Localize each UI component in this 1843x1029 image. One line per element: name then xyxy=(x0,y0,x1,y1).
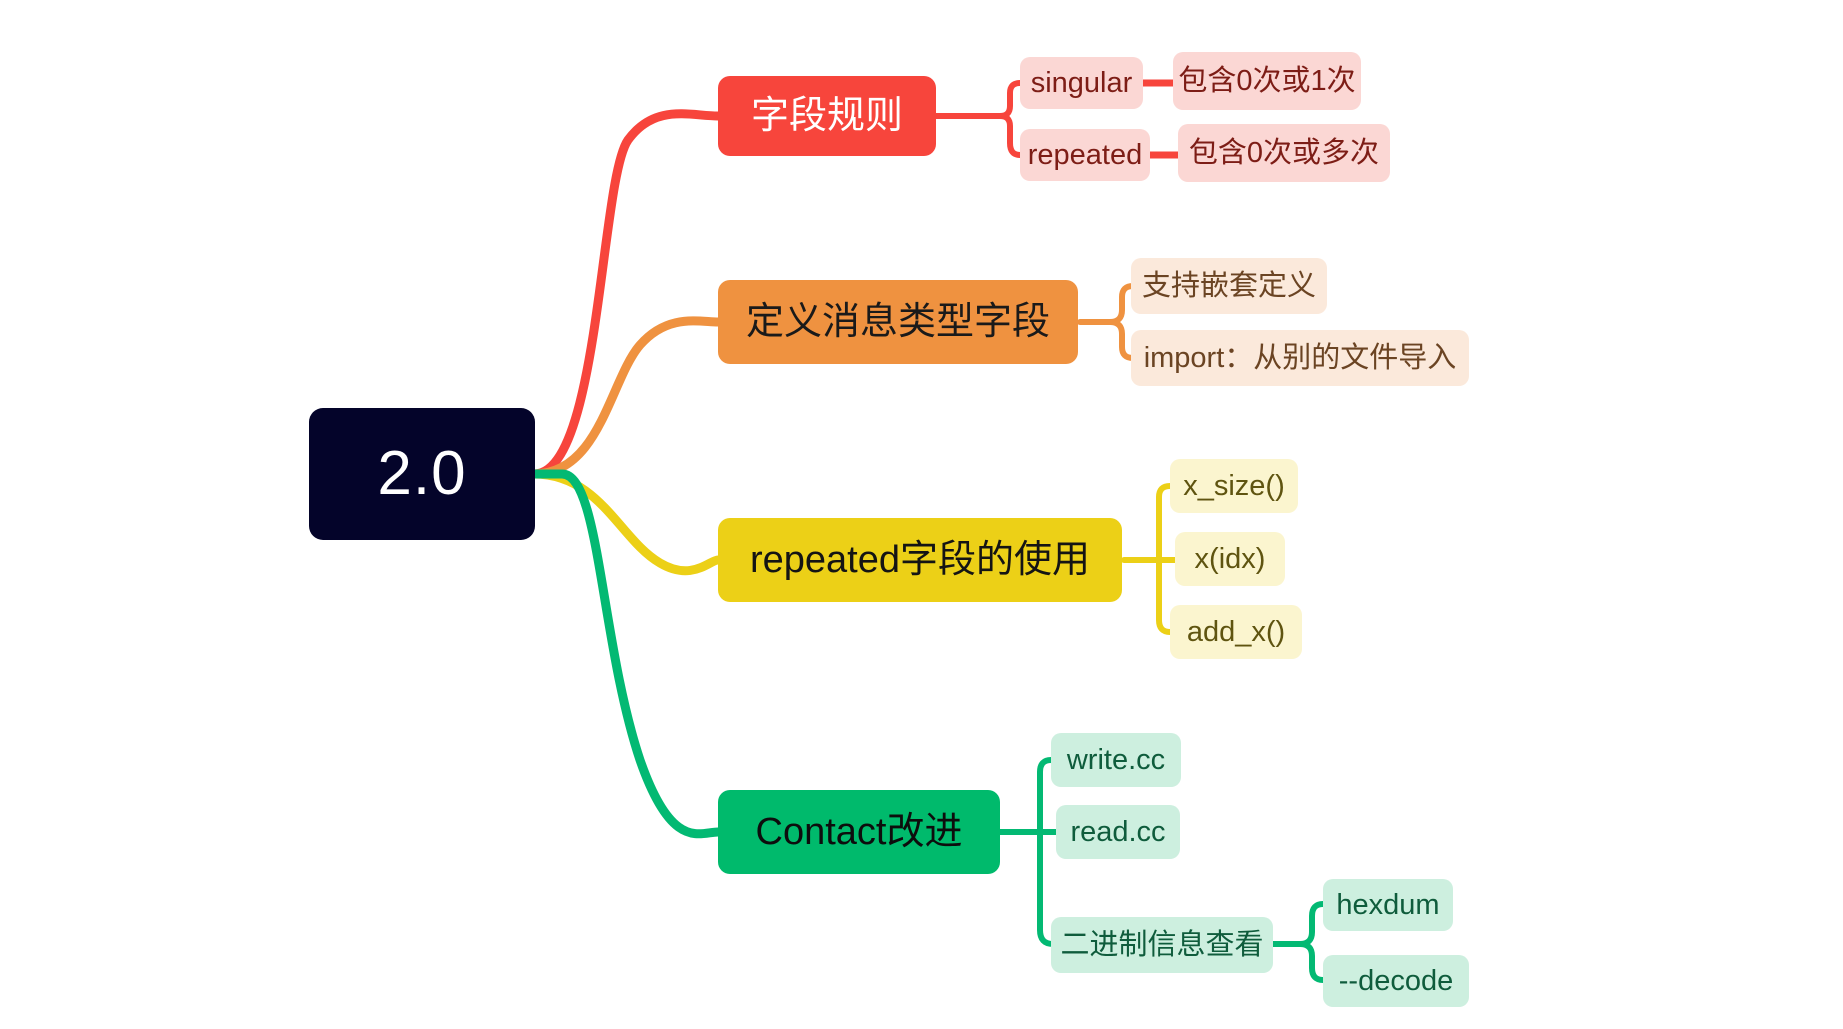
leaf-node-write-cc[interactable]: write.cc xyxy=(1051,733,1181,787)
mindmap-canvas: 2.0 字段规则 singular 包含0次或1次 repeated 包含0次或… xyxy=(0,0,1843,1029)
leaf-node-binary-info[interactable]: 二进制信息查看 xyxy=(1051,917,1273,973)
leaf-node-add-x-label: add_x() xyxy=(1186,615,1286,648)
branch-node-repeated-field-usage-label: repeated字段的使用 xyxy=(749,539,1090,581)
leaf-node-decode-label: --decode xyxy=(1338,964,1454,997)
edge-binary-to-hexdum xyxy=(1297,901,1326,947)
leaf-node-import[interactable]: import：从别的文件导入 xyxy=(1131,330,1469,386)
leaf-node-repeated-detail[interactable]: 包含0次或多次 xyxy=(1178,124,1390,182)
edge-contact-to-write xyxy=(1029,757,1054,835)
edge-root-to-contact xyxy=(529,469,723,839)
edge-field-rules-to-repeated xyxy=(972,113,1023,158)
leaf-node-x-size[interactable]: x_size() xyxy=(1170,459,1298,513)
edge-binary-to-decode xyxy=(1297,941,1326,983)
branch-node-contact-improvement[interactable]: Contact改进 xyxy=(718,790,1000,874)
edge-root-to-message-type xyxy=(529,316,723,479)
edge-root-to-field-rules xyxy=(529,109,723,479)
leaf-node-binary-info-label: 二进制信息查看 xyxy=(1060,928,1264,961)
leaf-node-singular-detail-label: 包含0次或1次 xyxy=(1178,64,1356,97)
edge-repeated-usage-to-add-x xyxy=(1149,557,1173,635)
leaf-node-repeated[interactable]: repeated xyxy=(1020,129,1150,181)
edge-message-type-to-nested xyxy=(1107,283,1136,325)
leaf-node-x-size-label: x_size() xyxy=(1183,469,1285,502)
root-node-label: 2.0 xyxy=(377,439,467,508)
leaf-node-singular-label: singular xyxy=(1030,66,1133,99)
leaf-node-repeated-label: repeated xyxy=(1027,138,1143,171)
leaf-node-singular-detail[interactable]: 包含0次或1次 xyxy=(1173,52,1361,110)
branch-node-message-type-field[interactable]: 定义消息类型字段 xyxy=(718,280,1078,364)
leaf-node-decode[interactable]: --decode xyxy=(1323,955,1469,1007)
branch-node-contact-improvement-label: Contact改进 xyxy=(755,811,963,853)
branch-node-field-rules-label: 字段规则 xyxy=(750,95,903,137)
leaf-node-write-cc-label: write.cc xyxy=(1066,743,1166,776)
edge-repeated-usage-to-x-size xyxy=(1149,483,1173,563)
edge-root-to-repeated-usage xyxy=(529,469,723,576)
edge-contact-to-binary xyxy=(1029,829,1056,947)
leaf-node-singular[interactable]: singular xyxy=(1020,57,1143,109)
branch-node-message-type-field-label: 定义消息类型字段 xyxy=(745,301,1050,343)
leaf-node-read-cc-label: read.cc xyxy=(1070,815,1166,848)
leaf-node-add-x[interactable]: add_x() xyxy=(1170,605,1302,659)
leaf-node-x-idx-label: x(idx) xyxy=(1194,542,1266,575)
edge-message-type-to-import xyxy=(1107,319,1136,361)
leaf-node-read-cc[interactable]: read.cc xyxy=(1056,805,1180,859)
leaf-node-repeated-detail-label: 包含0次或多次 xyxy=(1188,136,1380,169)
branch-node-repeated-field-usage[interactable]: repeated字段的使用 xyxy=(718,518,1122,602)
leaf-node-nested-definition[interactable]: 支持嵌套定义 xyxy=(1131,258,1327,314)
leaf-node-import-label: import：从别的文件导入 xyxy=(1143,341,1457,374)
leaf-node-hexdum[interactable]: hexdum xyxy=(1323,879,1453,931)
leaf-node-nested-definition-label: 支持嵌套定义 xyxy=(1141,269,1316,302)
edge-field-rules-to-singular xyxy=(972,80,1023,119)
leaf-node-x-idx[interactable]: x(idx) xyxy=(1175,532,1285,586)
root-node[interactable]: 2.0 xyxy=(309,408,535,540)
branch-node-field-rules[interactable]: 字段规则 xyxy=(718,76,936,156)
leaf-node-hexdum-label: hexdum xyxy=(1336,888,1440,921)
